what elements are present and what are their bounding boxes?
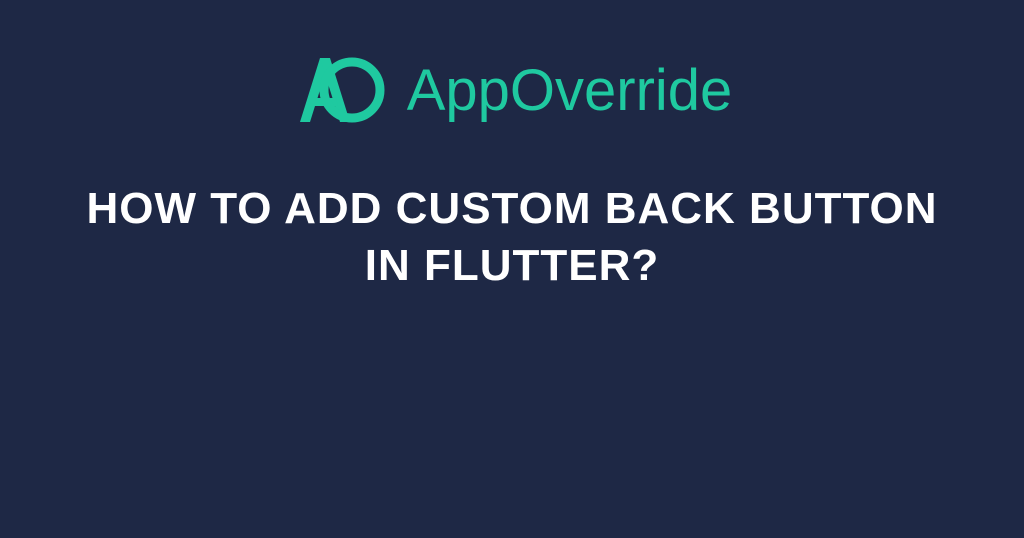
brand-name: AppOverride: [407, 57, 733, 124]
logo-section: AppOverride: [0, 0, 1024, 130]
page-title: HOW TO ADD CUSTOM BACK BUTTON IN FLUTTER…: [0, 180, 1024, 294]
ao-logo-icon: [292, 50, 387, 130]
